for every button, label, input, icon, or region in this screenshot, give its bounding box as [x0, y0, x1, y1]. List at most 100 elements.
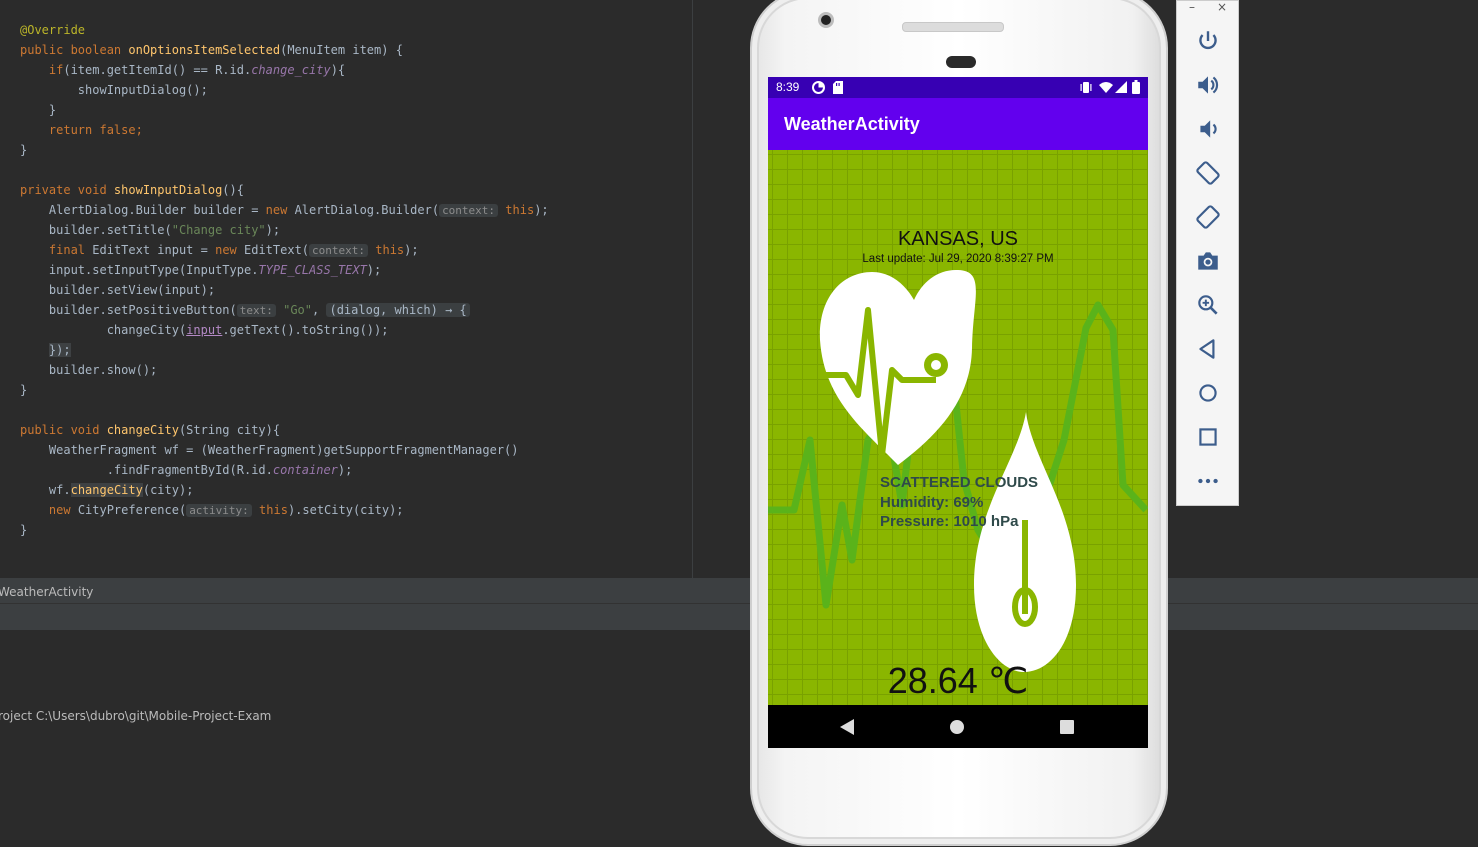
- code-line: wf.changeCity(city);: [20, 480, 193, 500]
- parameter-hint: text:: [236, 304, 276, 317]
- code-text: ){: [330, 63, 346, 77]
- code-text: changeCity(: [106, 323, 187, 337]
- rotate-right-button[interactable]: [1195, 204, 1221, 230]
- power-button[interactable]: [1195, 28, 1221, 54]
- code-text: }: [48, 103, 57, 117]
- nav-overview-icon[interactable]: [1060, 720, 1074, 734]
- code-line: private void showInputDialog(){: [20, 180, 244, 200]
- status-time: 8:39: [776, 80, 800, 94]
- field-ref: change_city: [251, 63, 331, 77]
- method-name: showInputDialog: [113, 183, 223, 197]
- code-line: }: [20, 380, 27, 400]
- screenshot-button[interactable]: [1195, 248, 1221, 274]
- vibrate-icon: [1080, 82, 1092, 93]
- code-text: );: [337, 463, 353, 477]
- rotate-left-icon: [1196, 161, 1220, 185]
- constant-ref: TYPE_CLASS_TEXT: [258, 263, 367, 277]
- home-button[interactable]: [1195, 380, 1221, 406]
- volume-up-icon: [1198, 76, 1219, 94]
- weather-description: SCATTERED CLOUDS: [880, 474, 1039, 491]
- cell-signal-icon: [1115, 81, 1127, 93]
- sd-card-icon: [833, 81, 843, 94]
- string-literal: "Change city": [171, 223, 266, 237]
- code-line: final EditText input = new EditText(cont…: [20, 240, 419, 260]
- overview-button[interactable]: [1195, 424, 1221, 450]
- volume-down-icon: [1200, 120, 1217, 138]
- rotate-right-icon: [1196, 205, 1220, 229]
- close-button[interactable]: ×: [1217, 0, 1227, 14]
- keyword: this: [505, 203, 535, 217]
- nav-home-icon[interactable]: [950, 720, 964, 734]
- code-line: builder.setView(input);: [20, 280, 215, 300]
- keyword: public boolean: [20, 43, 129, 57]
- code-text: ,: [312, 303, 327, 317]
- run-tab-bar: WeatherActivity: [0, 579, 1478, 603]
- overview-icon: [1199, 428, 1217, 446]
- lambda-fold[interactable]: (dialog, which) → {: [326, 303, 470, 317]
- code-line: public boolean onOptionsItemSelected(Men…: [20, 40, 403, 60]
- method-name: onOptionsItemSelected: [128, 43, 281, 57]
- nav-back-icon[interactable]: [840, 719, 854, 735]
- keyword: if: [48, 63, 64, 77]
- code-line: return false;: [20, 120, 143, 140]
- code-text: builder.show();: [48, 363, 158, 377]
- minimize-button[interactable]: –: [1189, 0, 1195, 14]
- code-text: (item.getItemId() == R.id.: [63, 63, 252, 77]
- code-text: CityPreference(: [77, 503, 187, 517]
- wifi-icon: [1099, 82, 1113, 93]
- string-literal: "Go": [283, 303, 313, 317]
- code-text: AlertDialog.Builder builder =: [48, 203, 266, 217]
- keyword: this: [259, 503, 288, 517]
- code-text: });: [48, 343, 71, 357]
- code-text: }: [20, 143, 28, 157]
- code-text: (String city){: [178, 423, 281, 437]
- volume-up-button[interactable]: [1195, 72, 1221, 98]
- code-text: }: [20, 383, 28, 397]
- code-text: );: [534, 203, 549, 217]
- code-line: showInputDialog();: [20, 80, 208, 100]
- back-icon: [1199, 339, 1215, 359]
- code-text: ;: [135, 123, 143, 137]
- rotate-left-button[interactable]: [1195, 160, 1221, 186]
- last-update-label: Last update: Jul 29, 2020 8:39:27 PM: [862, 253, 1054, 265]
- device-screen[interactable]: 8:39 WeatherActivity KANSAS, US Last upd…: [768, 77, 1148, 748]
- run-toolbar: [0, 603, 1478, 630]
- run-panel: WeatherActivity roject C:\Users\dubro\gi…: [0, 578, 1478, 847]
- power-icon: [1199, 31, 1217, 50]
- code-line: }: [20, 100, 56, 120]
- volume-down-button[interactable]: [1195, 116, 1221, 142]
- code-line: builder.show();: [20, 360, 157, 380]
- code-line: });: [20, 340, 71, 360]
- back-button[interactable]: [1195, 336, 1221, 362]
- method-name: changeCity: [70, 483, 143, 497]
- code-line: }: [20, 520, 27, 540]
- code-text: .findFragmentById(R.id.: [106, 463, 273, 477]
- code-line: }: [20, 140, 27, 160]
- code-editor[interactable]: @Override public boolean onOptionsItemSe…: [0, 0, 693, 578]
- zoom-button[interactable]: [1195, 292, 1221, 318]
- code-text: builder.setTitle(: [48, 223, 172, 237]
- pressure-label: Pressure: 1010 hPa: [880, 513, 1019, 530]
- temperature-label: 28.64 ℃: [887, 660, 1029, 701]
- annotation: @Override: [20, 23, 86, 37]
- more-button[interactable]: [1195, 468, 1221, 494]
- code-line: builder.setTitle("Change city");: [20, 220, 280, 240]
- code-text: );: [366, 263, 382, 277]
- weather-content: KANSAS, US Last update: Jul 29, 2020 8:3…: [768, 150, 1148, 705]
- code-text: AlertDialog.Builder(: [294, 203, 440, 217]
- keyword: new: [215, 243, 244, 257]
- code-line: changeCity(input.getText().toString());: [20, 320, 389, 340]
- battery-icon: [1132, 80, 1140, 94]
- code-text: (MenuItem item) {: [280, 43, 403, 57]
- code-text: wf.: [48, 483, 71, 497]
- code-text: builder.setView(input);: [48, 283, 216, 297]
- front-camera: [818, 12, 834, 28]
- code-line: public void changeCity(String city){: [20, 420, 280, 440]
- code-text: (){: [222, 183, 244, 197]
- parameter-hint: context:: [439, 204, 499, 217]
- code-text: );: [404, 243, 419, 257]
- emulator-toolbar: – ×: [1176, 0, 1239, 506]
- proximity-sensor: [946, 56, 976, 68]
- weather-details: SCATTERED CLOUDS Humidity: 69% Pressure:…: [880, 473, 1038, 532]
- run-tab-weatheractivity[interactable]: WeatherActivity: [0, 579, 93, 605]
